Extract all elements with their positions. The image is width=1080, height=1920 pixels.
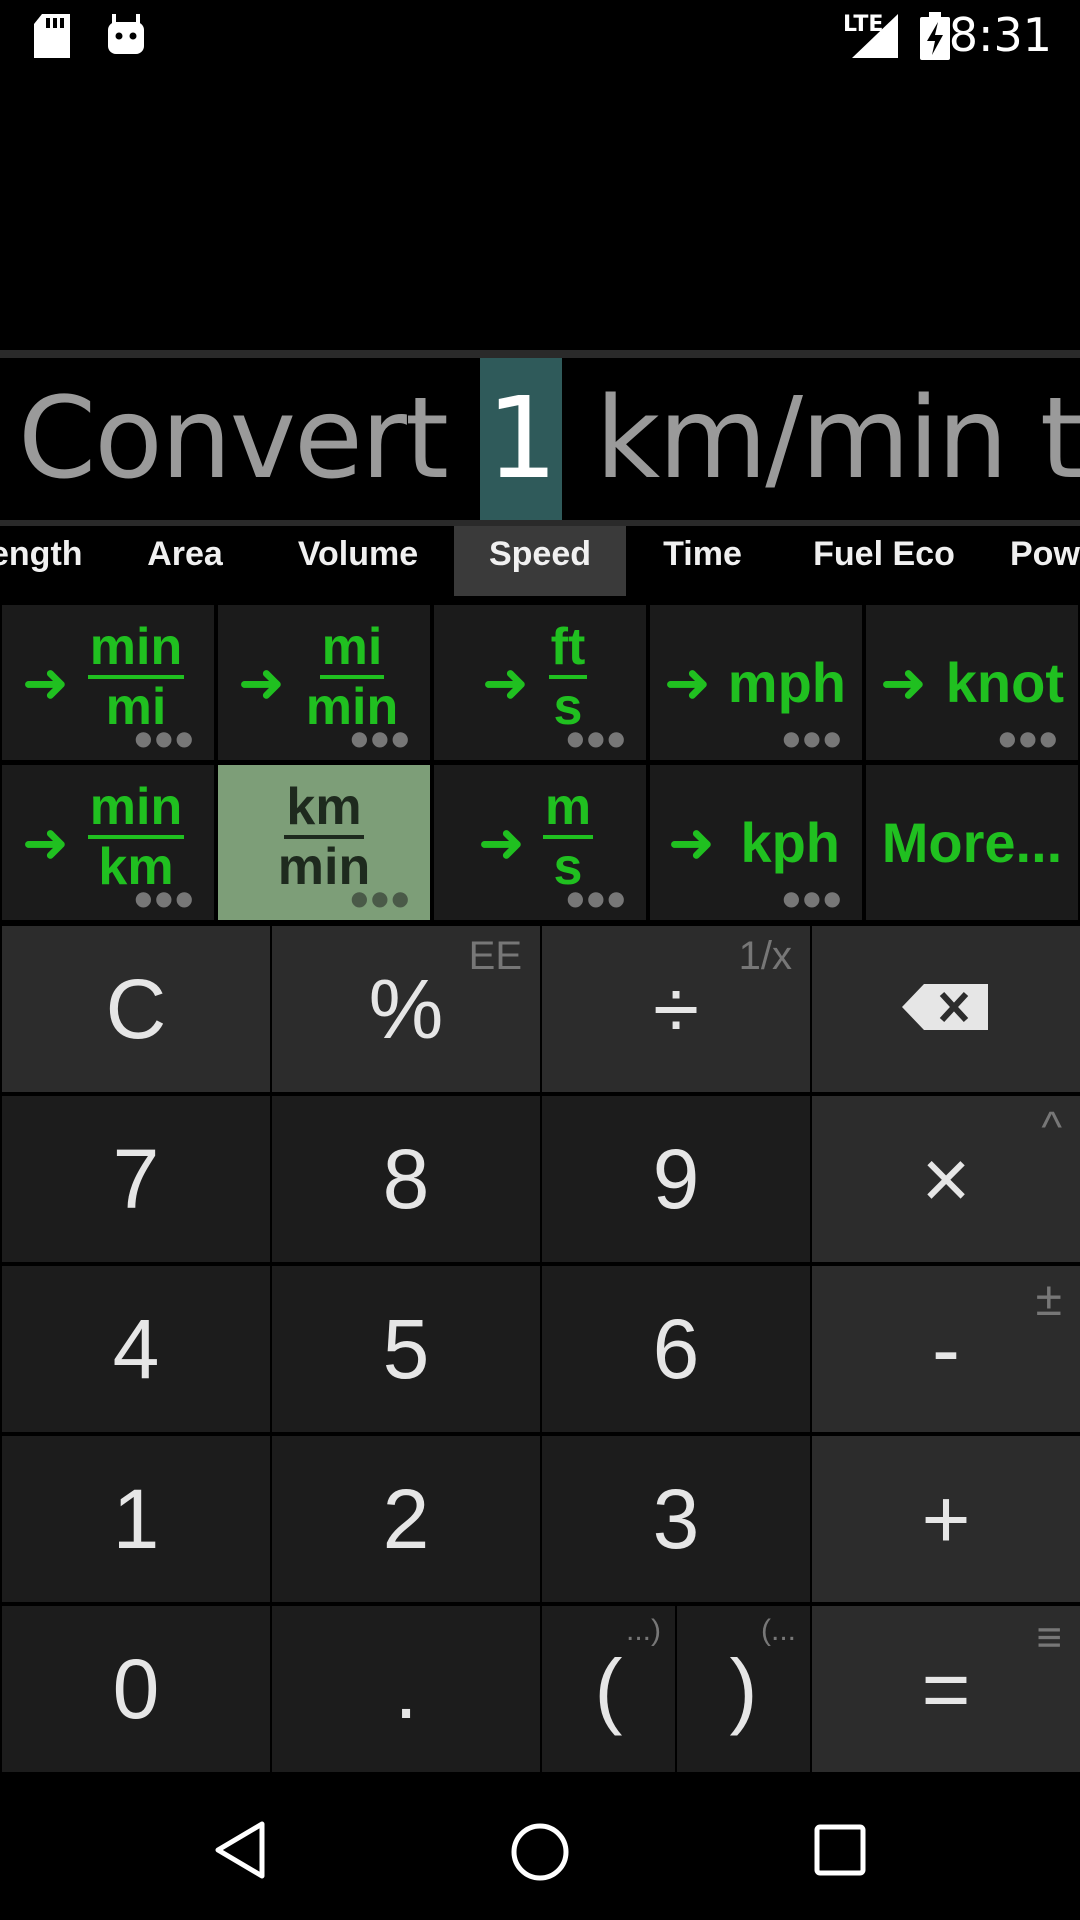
decimal-point-button[interactable]: .	[272, 1606, 540, 1772]
unit-numerator: mi	[319, 619, 385, 679]
more-options-icon: ●●●	[566, 886, 628, 910]
arrow-icon: ➜	[238, 649, 285, 716]
more-options-icon: ●●●	[134, 726, 196, 750]
backspace-button[interactable]	[812, 926, 1080, 1092]
plus-button[interactable]: +	[812, 1436, 1080, 1602]
unit-m-per-s[interactable]: ➜ ms ●●●	[434, 765, 646, 920]
key-label: 2	[382, 1472, 430, 1566]
status-bar: LTE 8:31	[0, 0, 1080, 72]
backspace-icon	[902, 984, 988, 1030]
key-label: 8	[382, 1132, 430, 1226]
tab-time[interactable]: Time	[645, 526, 760, 596]
unit-numerator: km	[284, 779, 364, 839]
key-label: 9	[652, 1132, 700, 1226]
arrow-icon: ➜	[668, 809, 715, 876]
key-alt-label: ^	[1041, 1103, 1062, 1152]
key-alt-label: EE	[468, 934, 522, 978]
key-label: 5	[382, 1302, 430, 1396]
recents-icon[interactable]	[814, 1824, 866, 1876]
unit-mph[interactable]: ➜ mph ●●●	[650, 605, 862, 760]
home-icon[interactable]	[510, 1822, 570, 1882]
more-options-icon: ●●●	[350, 726, 412, 750]
display-value[interactable]: 1	[480, 358, 562, 520]
unit-km-per-min-selected[interactable]: km min ●●●	[218, 765, 430, 920]
key-label: 3	[652, 1472, 700, 1566]
unit-numerator: min	[87, 779, 185, 839]
battery-charging-icon	[920, 12, 950, 60]
more-options-icon: ●●●	[566, 726, 628, 750]
more-options-icon: ●●●	[998, 726, 1060, 750]
key-label: 7	[112, 1132, 160, 1226]
digit-3-button[interactable]: 3	[542, 1436, 810, 1602]
digit-0-button[interactable]: 0	[2, 1606, 270, 1772]
display-divider-top	[0, 350, 1080, 358]
key-label: 1	[112, 1472, 160, 1566]
more-units-button[interactable]: More...	[866, 765, 1078, 920]
unit-numerator: m	[542, 779, 594, 839]
more-options-icon: ●●●	[782, 886, 844, 910]
digit-2-button[interactable]: 2	[272, 1436, 540, 1602]
arrow-icon: ➜	[880, 649, 927, 716]
display-prefix: Convert	[18, 374, 449, 504]
sd-card-icon	[34, 14, 70, 58]
more-options-icon: ●●●	[782, 726, 844, 750]
minus-button[interactable]: - ±	[812, 1266, 1080, 1432]
tab-power[interactable]: Pow	[1010, 526, 1080, 596]
more-options-icon: ●●●	[350, 886, 412, 910]
key-alt-label: ≡	[1036, 1613, 1062, 1662]
key-label: +	[921, 1472, 971, 1566]
android-debug-icon	[108, 14, 144, 54]
digit-9-button[interactable]: 9	[542, 1096, 810, 1262]
navigation-bar	[0, 1776, 1080, 1920]
equals-button[interactable]: = ≡	[812, 1606, 1080, 1772]
close-paren-button[interactable]: ) (...	[677, 1606, 810, 1772]
tab-volume[interactable]: Volume	[283, 526, 433, 596]
unit-mi-per-min[interactable]: ➜ mi min ●●●	[218, 605, 430, 760]
clear-button[interactable]: C	[2, 926, 270, 1092]
back-icon[interactable]	[212, 1820, 268, 1880]
key-alt-label: (...	[761, 1614, 796, 1647]
tab-length[interactable]: ength	[0, 526, 83, 596]
display-suffix: km/min to:	[595, 374, 1080, 504]
more-options-icon: ●●●	[134, 886, 196, 910]
digit-8-button[interactable]: 8	[272, 1096, 540, 1262]
key-label: 6	[652, 1302, 700, 1396]
digit-4-button[interactable]: 4	[2, 1266, 270, 1432]
multiply-button[interactable]: × ^	[812, 1096, 1080, 1262]
key-label: C	[105, 962, 167, 1056]
unit-numerator: min	[87, 619, 185, 679]
tab-speed[interactable]: Speed	[454, 526, 626, 596]
category-tabs[interactable]: ength Area Volume Speed Time Fuel Eco Po…	[0, 526, 1080, 596]
key-label: ×	[921, 1132, 971, 1226]
key-label: 4	[112, 1302, 160, 1396]
key-alt-label: ±	[1035, 1273, 1062, 1326]
key-alt-label: 1/x	[738, 934, 792, 978]
arrow-icon: ➜	[22, 649, 69, 716]
unit-ft-per-s[interactable]: ➜ ft s ●●●	[434, 605, 646, 760]
tab-fuel-economy[interactable]: Fuel Eco	[800, 526, 968, 596]
key-label: .	[394, 1642, 418, 1736]
unit-numerator: ft	[548, 619, 588, 679]
divide-button[interactable]: ÷ 1/x	[542, 926, 810, 1092]
digit-5-button[interactable]: 5	[272, 1266, 540, 1432]
clock: 8:31	[948, 8, 1052, 62]
unit-kph[interactable]: ➜ kph ●●●	[650, 765, 862, 920]
open-paren-button[interactable]: ( ...)	[542, 1606, 675, 1772]
unit-knot[interactable]: ➜ knot ●●●	[866, 605, 1078, 760]
unit-min-per-mi[interactable]: ➜ min mi ●●●	[2, 605, 214, 760]
tab-area[interactable]: Area	[125, 526, 245, 596]
percent-button[interactable]: % EE	[272, 926, 540, 1092]
conversion-display[interactable]: Convert 1 km/min to:	[0, 358, 1080, 520]
digit-6-button[interactable]: 6	[542, 1266, 810, 1432]
key-label: 0	[112, 1642, 160, 1736]
digit-1-button[interactable]: 1	[2, 1436, 270, 1602]
signal-icon	[852, 14, 898, 58]
key-alt-label: ...)	[626, 1614, 661, 1647]
arrow-icon: ➜	[22, 809, 69, 876]
unit-min-per-km[interactable]: ➜ min km ●●●	[2, 765, 214, 920]
digit-7-button[interactable]: 7	[2, 1096, 270, 1262]
more-units-label: More...	[881, 811, 1063, 874]
arrow-icon: ➜	[664, 649, 711, 716]
